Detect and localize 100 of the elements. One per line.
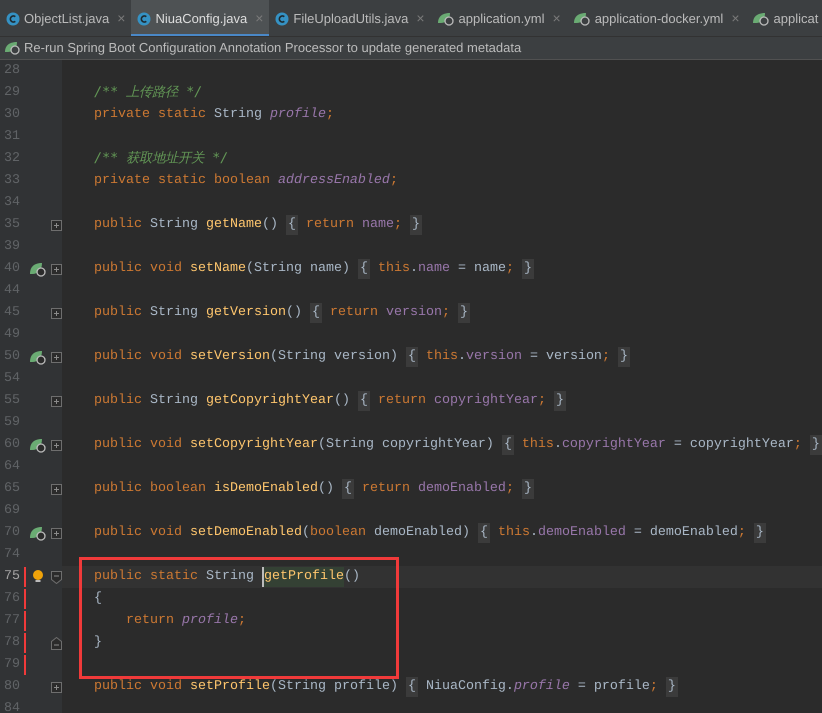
fold-end-icon[interactable] [50, 636, 62, 650]
editor-tab[interactable]: FileUploadUtils.java × [269, 0, 430, 36]
code-token: setDemoEnabled [190, 524, 302, 542]
code-token: profile [270, 106, 326, 124]
fold-expand-icon[interactable] [50, 308, 62, 318]
folded-brace[interactable]: { [358, 259, 370, 279]
editor-tab[interactable]: application.yml × [430, 0, 567, 36]
folded-brace[interactable]: } [666, 677, 678, 697]
fold-expand-icon[interactable] [50, 264, 62, 274]
editor-tab[interactable]: NiuaConfig.java × [131, 0, 270, 36]
folded-brace[interactable]: } [554, 391, 566, 411]
fold-expand-icon[interactable] [50, 396, 62, 406]
code-token: NiuaConfig. [424, 678, 514, 696]
code-token: setVersion [190, 348, 270, 366]
folded-brace[interactable]: } [458, 303, 470, 323]
bean-gutter-icon[interactable] [29, 349, 47, 365]
code-token: return [360, 480, 411, 498]
class-icon [6, 12, 20, 26]
folded-brace[interactable]: { [342, 479, 354, 499]
code-token: public [92, 392, 143, 410]
bean-gutter-icon[interactable] [29, 261, 47, 277]
folded-brace[interactable]: { [406, 677, 418, 697]
code-token: = demoEnabled [632, 524, 738, 542]
code-token: = name [456, 260, 506, 278]
bean-gutter-icon[interactable] [29, 437, 47, 453]
code-token: (String version) [270, 348, 399, 366]
code-token: getVersion [206, 304, 286, 322]
tab-label: applicat [774, 10, 818, 28]
code-token: = version [528, 348, 602, 366]
code-token: ; [738, 524, 747, 542]
folded-brace[interactable]: { [310, 303, 322, 323]
code-token: private static boolean [92, 172, 271, 190]
code-token: setCopyrightYear [190, 436, 318, 454]
folded-brace[interactable]: { [502, 435, 514, 455]
code-token: ; [238, 612, 246, 630]
fold-collapse-icon[interactable] [50, 570, 62, 584]
code-comment: /** 上传路径 */ [93, 84, 202, 102]
editor-tab[interactable]: application-docker.yml × [566, 0, 746, 36]
code-token: = profile [576, 678, 650, 696]
folded-brace[interactable]: } [522, 479, 534, 499]
code-token: return [328, 304, 379, 322]
code-token: ; [794, 436, 803, 454]
code-token: ; [390, 172, 398, 190]
code-token: ( [302, 524, 310, 542]
tab-label: application-docker.yml [594, 10, 724, 28]
tab-label: application.yml [458, 10, 544, 28]
code-token: ; [602, 348, 611, 366]
code-token: setName [190, 260, 246, 278]
code-token: ; [394, 216, 403, 234]
code-token: this [424, 348, 458, 366]
code-token: return [124, 612, 175, 630]
code-token: name [418, 260, 450, 278]
banner-message: Re-run Spring Boot Configuration Annotation Processor to update generated metadata [24, 39, 522, 58]
code-token: . [530, 524, 538, 542]
fold-expand-icon[interactable] [50, 440, 62, 450]
spring-leaf-icon [752, 12, 770, 26]
folded-brace[interactable]: } [754, 523, 766, 543]
fold-expand-icon[interactable] [50, 352, 62, 362]
bean-gutter-icon[interactable] [29, 525, 47, 541]
folded-brace[interactable]: } [522, 259, 534, 279]
code-token: this [496, 524, 530, 542]
code-token: (String profile) [270, 678, 399, 696]
folded-brace[interactable]: { [406, 347, 418, 367]
editor-tab[interactable]: applicat [746, 0, 822, 36]
folded-brace[interactable]: } [810, 435, 822, 455]
fold-expand-icon[interactable] [50, 528, 62, 538]
code-token: String [206, 568, 255, 586]
editor-tab[interactable]: ObjectList.java × [0, 0, 132, 36]
code-token: (String copyrightYear) [318, 436, 495, 454]
code-token: public boolean [92, 480, 207, 498]
code-token: demoEnabled [418, 480, 506, 498]
code-token: public [92, 216, 143, 234]
code-token: String [150, 216, 199, 234]
code-token: public void [92, 524, 183, 542]
code-token: getCopyrightYear [206, 392, 334, 410]
tab-label: ObjectList.java [24, 10, 110, 28]
code-token: copyrightYear [562, 436, 666, 454]
folded-brace[interactable]: } [410, 215, 422, 235]
folded-brace[interactable]: { [358, 391, 370, 411]
fold-expand-icon[interactable] [50, 220, 62, 230]
code-token: ; [506, 260, 515, 278]
code-token: profile [514, 678, 570, 696]
code-token: public void [92, 436, 183, 454]
code-token: getName [206, 216, 262, 234]
code-token: public [92, 304, 143, 322]
class-icon [275, 12, 290, 26]
code-token: ; [538, 392, 547, 410]
fold-expand-icon[interactable] [50, 682, 62, 692]
code-token: version [466, 348, 522, 366]
code-token: this [376, 260, 410, 278]
lightbulb-icon[interactable] [32, 569, 44, 585]
fold-expand-icon[interactable] [50, 484, 62, 494]
folded-brace[interactable]: } [618, 347, 630, 367]
code-token: () [334, 392, 351, 410]
code-token: () [318, 480, 335, 498]
folded-brace[interactable]: { [478, 523, 490, 543]
code-token: ; [506, 480, 515, 498]
code-token: = copyrightYear [672, 436, 794, 454]
folded-brace[interactable]: { [286, 215, 298, 235]
tab-label: FileUploadUtils.java [293, 10, 408, 28]
